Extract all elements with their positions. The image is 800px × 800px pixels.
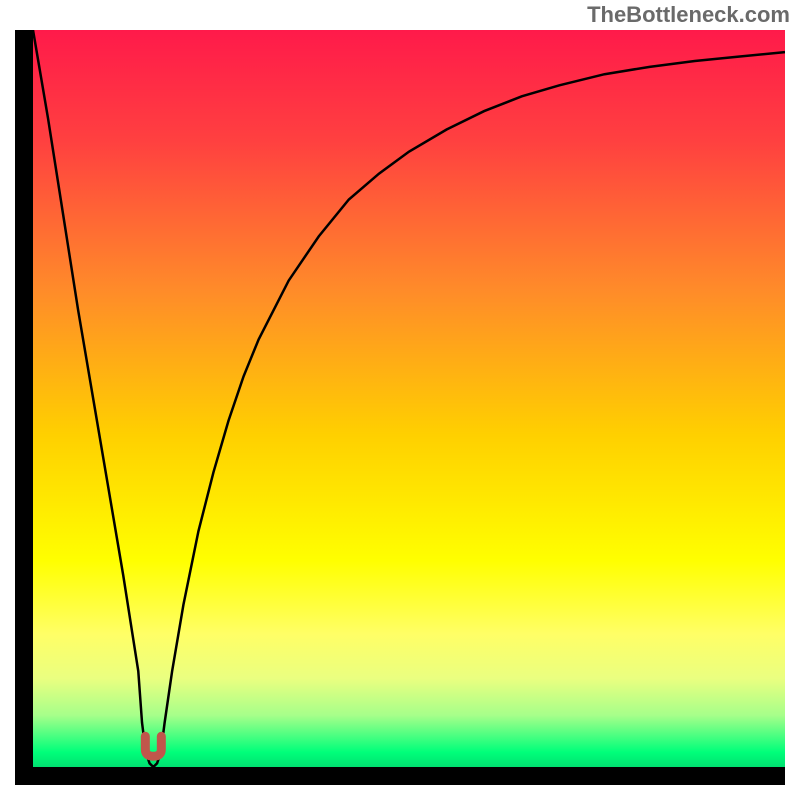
plot-frame [15, 30, 785, 785]
watermark-text: TheBottleneck.com [587, 2, 790, 28]
gradient-background [33, 30, 785, 767]
chart-svg [33, 30, 785, 767]
plot-area [33, 30, 785, 767]
chart-container: TheBottleneck.com [0, 0, 800, 800]
